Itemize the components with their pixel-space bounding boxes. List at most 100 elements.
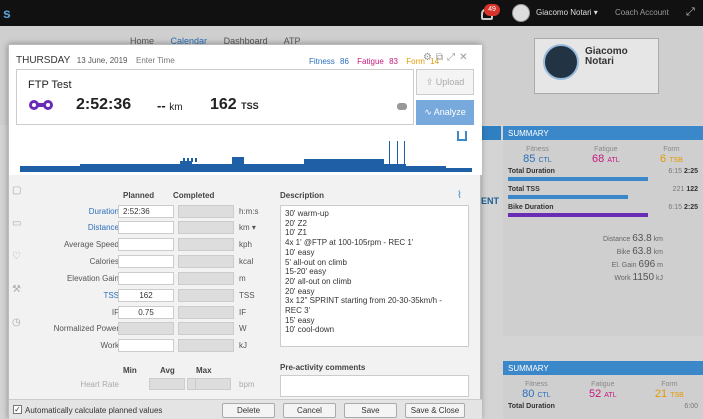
profile-block: [397, 141, 398, 164]
avatar[interactable]: [512, 4, 530, 22]
work-unit: kJ: [239, 341, 247, 350]
elevation-gain-row: Elevation Gain m: [29, 272, 274, 286]
date-line: THURSDAY 13 June, 2019 Enter Time: [16, 55, 175, 66]
profile-block: [389, 141, 390, 164]
average-speed-row: Average Speed kph: [29, 238, 274, 252]
calories-completed-input[interactable]: [178, 255, 234, 268]
expand-icon[interactable]: ⤢: [447, 52, 455, 63]
calories-row: Calories kcal: [29, 255, 274, 269]
analyze-label: Analyze: [433, 107, 466, 117]
work-completed-input[interactable]: [178, 339, 234, 352]
normalized-power-completed-input[interactable]: [178, 322, 234, 335]
profile-block: [180, 161, 192, 172]
profile-block: [191, 158, 193, 162]
document-icon[interactable]: ▢: [12, 185, 23, 196]
normalized-power-planned-input[interactable]: [118, 322, 174, 335]
analyze-button[interactable]: ∿ Analyze: [416, 100, 474, 125]
distance-row: Distance km ▾: [29, 221, 274, 235]
workout-title[interactable]: FTP Test: [28, 79, 72, 91]
app-logo[interactable]: s: [0, 0, 18, 26]
fitness-label: Fitness: [526, 146, 549, 153]
side-icons: ▢ ▭ ♡ ⚒ ◷: [9, 185, 25, 350]
fullscreen-icon[interactable]: ⤢: [686, 6, 695, 19]
workout-date: 13 June, 2019: [76, 56, 128, 65]
calories-unit: kcal: [239, 257, 254, 266]
duration-unit: h:m:s: [239, 207, 259, 216]
if-planned-input[interactable]: 0.75: [118, 306, 174, 319]
elevation-gain-completed-input[interactable]: [178, 272, 234, 285]
fatigue-value: 52 ATL: [588, 388, 617, 400]
tss-unit: TSS: [239, 291, 255, 300]
tss-label[interactable]: TSS: [103, 291, 119, 300]
description-label: Description: [280, 191, 325, 200]
distance-unit-select[interactable]: km ▾: [239, 223, 256, 232]
copy-icon[interactable]: ⧉: [436, 52, 443, 63]
duration-planned-input[interactable]: 2:52:36: [118, 205, 174, 218]
bike-duration-row: Bike Duration 6:15 2:25: [508, 204, 698, 211]
total-duration-row: Total Duration 6:15 2:25: [508, 168, 698, 175]
average-speed-planned-input[interactable]: [118, 238, 174, 251]
pre-activity-comments-input[interactable]: [280, 375, 469, 397]
summary-header: SUMMARY: [503, 361, 703, 375]
chart-icon[interactable]: ▭: [12, 218, 23, 229]
top-bar: s 49 Giacomo Notari ▾ Coach Account ⤢: [0, 0, 703, 26]
gear-icon[interactable]: ⚙: [423, 52, 432, 63]
auto-calc-label: Automatically calculate planned values: [25, 406, 163, 415]
work-stat: Work 1150 kJ: [614, 272, 663, 283]
form-value: 21 TSB: [654, 388, 684, 400]
calendar-day-header: [481, 126, 501, 140]
if-completed-input[interactable]: [178, 306, 234, 319]
distance-label[interactable]: Distance: [88, 223, 119, 232]
work-planned-input[interactable]: [118, 339, 174, 352]
bike-duration-bar: [508, 213, 648, 217]
work-label: Work: [100, 341, 119, 350]
tss-row: TSS 162 TSS: [29, 289, 274, 303]
description-textarea[interactable]: 30' warm-up 20' Z2 10' Z1 4x 1' @FTP at …: [280, 205, 469, 347]
fitness-metric: Fitness 86: [309, 57, 349, 66]
modal-footer: ✓ Automatically calculate planned values…: [9, 399, 482, 419]
fatigue-label: Fatigue: [594, 146, 618, 153]
brand-logo-text: Giacomo Notari: [585, 46, 628, 67]
fatigue-value: 68 ATL: [592, 153, 620, 165]
elevation-gain-planned-input[interactable]: [118, 272, 174, 285]
tss-planned-input[interactable]: 162: [118, 289, 174, 302]
distance-planned-input[interactable]: [118, 221, 174, 234]
duration-label[interactable]: Duration: [89, 207, 119, 216]
enter-time-link[interactable]: Enter Time: [136, 56, 175, 65]
save-close-button[interactable]: Save & Close: [405, 403, 465, 418]
normalized-power-unit: W: [239, 324, 247, 333]
calories-planned-input[interactable]: [118, 255, 174, 268]
auto-calc-checkbox[interactable]: ✓: [13, 405, 22, 414]
close-icon[interactable]: ✕: [459, 52, 467, 63]
cancel-button[interactable]: Cancel: [283, 403, 336, 418]
heart-rate-max-input[interactable]: [195, 378, 231, 390]
distance-completed-input[interactable]: [178, 221, 234, 234]
work-row: Work kJ: [29, 339, 274, 353]
save-button[interactable]: Save: [344, 403, 397, 418]
wrench-icon[interactable]: ⚒: [12, 284, 23, 295]
coach-account-link[interactable]: Coach Account: [615, 8, 669, 17]
comment-icon[interactable]: [397, 103, 407, 110]
calendar-link-fragment[interactable]: ENT: [481, 196, 499, 206]
workout-summary-card: FTP Test 2:52:36 -- km 162 TSS: [16, 69, 414, 125]
fatigue-metric: Fatigue 83: [357, 57, 398, 66]
upload-button[interactable]: ⇪ Upload: [416, 69, 474, 95]
notification-badge[interactable]: 49: [484, 4, 500, 16]
user-name-menu[interactable]: Giacomo Notari ▾: [536, 8, 598, 17]
delete-button[interactable]: Delete: [222, 403, 275, 418]
heart-rate-min-input[interactable]: [149, 378, 185, 390]
heart-icon[interactable]: ♡: [12, 251, 23, 262]
completed-column-header: Completed: [173, 191, 215, 200]
attachment-icon[interactable]: ⌇: [457, 190, 462, 201]
clock-icon[interactable]: ◷: [12, 317, 23, 328]
duration-completed-input[interactable]: [178, 205, 234, 218]
average-speed-unit: kph: [239, 240, 252, 249]
form-label: Form: [663, 146, 680, 153]
pre-activity-comments-label: Pre-activity comments: [280, 363, 366, 372]
download-icon[interactable]: [457, 131, 467, 141]
workout-modal: THURSDAY 13 June, 2019 Enter Time Fitnes…: [8, 44, 482, 419]
tss-completed-input[interactable]: [178, 289, 234, 302]
heart-rate-label: Heart Rate: [80, 380, 119, 389]
average-speed-completed-input[interactable]: [178, 238, 234, 251]
workout-duration: 2:52:36: [76, 96, 132, 113]
